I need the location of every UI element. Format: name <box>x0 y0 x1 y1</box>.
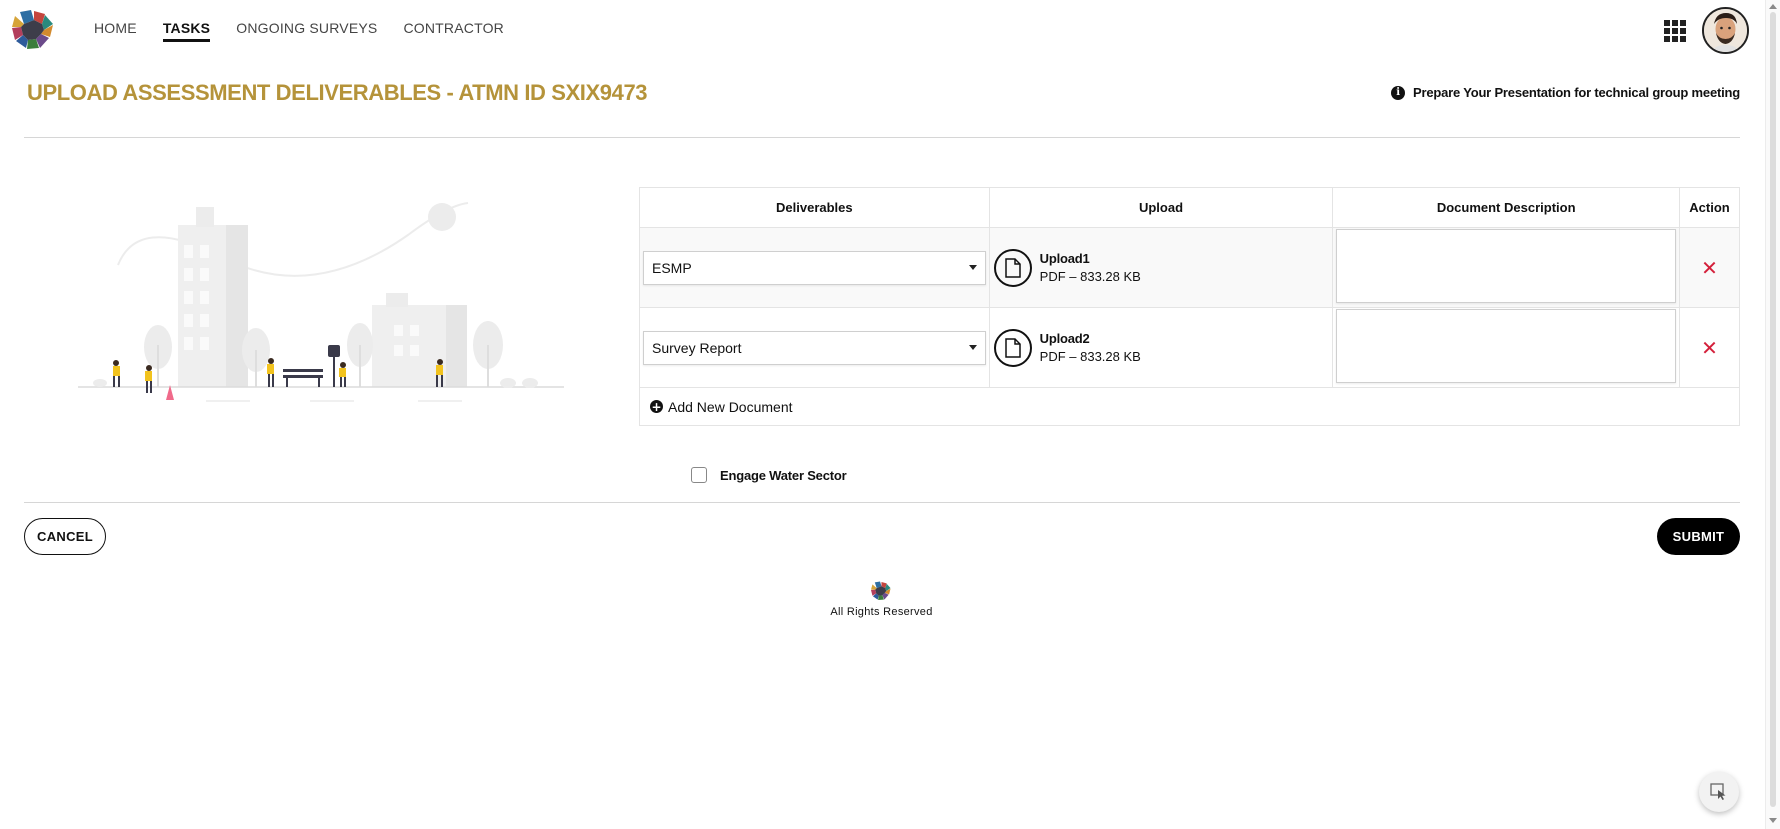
page-scrollbar[interactable] <box>1765 0 1780 829</box>
deliverable-select[interactable]: Survey Report <box>643 330 986 365</box>
deliverable-select-value: ESMP <box>652 259 692 276</box>
engage-water-sector-label[interactable]: Engage Water Sector <box>720 468 847 483</box>
header-description: Document Description <box>1332 187 1680 228</box>
deliverable-cell: ESMP <box>639 227 990 308</box>
document-icon <box>993 328 1032 367</box>
deliverable-select[interactable]: ESMP <box>643 250 986 285</box>
page-title: UPLOAD ASSESSMENT DELIVERABLES - ATMN ID… <box>27 80 648 105</box>
document-icon <box>993 248 1032 287</box>
floating-assist-button[interactable] <box>1699 772 1739 812</box>
apps-grid-icon[interactable] <box>1664 20 1686 42</box>
chevron-down-icon <box>968 345 977 350</box>
uploaded-file[interactable]: Upload2 PDF – 833.28 KB <box>990 328 1333 367</box>
header-divider <box>24 137 1740 138</box>
city-workers-illustration <box>78 202 564 402</box>
nav-tasks[interactable]: TASKS <box>162 20 211 42</box>
description-cell <box>1332 227 1680 308</box>
remove-row-icon[interactable]: ✕ <box>1701 258 1718 278</box>
table-row: ESMP Upload1 PDF – 833.28 KB ✕ <box>639 227 1740 308</box>
file-meta: PDF – 833.28 KB <box>1039 269 1141 284</box>
upload-cell: Upload2 PDF – 833.28 KB <box>988 307 1334 388</box>
top-navigation: HOME TASKS ONGOING SURVEYS CONTRACTOR <box>0 0 1765 62</box>
submit-button[interactable]: SUBMIT <box>1657 518 1740 555</box>
uploaded-file[interactable]: Upload1 PDF – 833.28 KB <box>990 248 1333 287</box>
nav-home[interactable]: HOME <box>94 20 137 42</box>
scroll-thumb[interactable] <box>1770 12 1776 807</box>
logo-icon[interactable] <box>12 10 54 50</box>
cursor-select-icon <box>1710 783 1726 800</box>
document-description-input[interactable] <box>1336 309 1676 383</box>
description-cell <box>1332 307 1680 388</box>
deliverable-cell: Survey Report <box>639 307 990 388</box>
cancel-button[interactable]: CANCEL <box>24 518 106 555</box>
info-icon: i <box>1391 85 1405 100</box>
hint-message: i Prepare Your Presentation for technica… <box>1391 85 1740 100</box>
header-deliverables: Deliverables <box>639 187 990 228</box>
main-nav: HOME TASKS ONGOING SURVEYS CONTRACTOR <box>94 20 504 42</box>
action-cell: ✕ <box>1679 227 1740 308</box>
document-description-input[interactable] <box>1336 229 1676 303</box>
header-action: Action <box>1679 187 1740 228</box>
add-new-document-label: Add New Document <box>668 398 793 415</box>
scroll-up-arrow-icon[interactable] <box>1769 4 1777 9</box>
action-cell: ✕ <box>1679 307 1740 388</box>
footer-divider <box>24 502 1740 503</box>
nav-contractor[interactable]: CONTRACTOR <box>403 20 504 42</box>
add-document-cell: + Add New Document <box>639 387 1740 426</box>
plus-circle-icon: + <box>650 399 663 414</box>
engage-water-sector-checkbox[interactable] <box>691 467 707 483</box>
deliverable-select-value: Survey Report <box>652 339 742 356</box>
chevron-down-icon <box>968 265 977 270</box>
table-header-row: Deliverables Upload Document Description… <box>639 187 1740 228</box>
file-name: Upload2 <box>1039 331 1090 346</box>
table-row: Survey Report Upload2 PDF – 833.28 KB ✕ <box>639 307 1740 388</box>
remove-row-icon[interactable]: ✕ <box>1701 338 1718 358</box>
file-name: Upload1 <box>1039 251 1090 266</box>
deliverables-table: Deliverables Upload Document Description… <box>639 187 1740 426</box>
footer-logo-icon <box>871 581 891 601</box>
add-document-row: + Add New Document <box>639 387 1740 426</box>
engage-water-sector: Engage Water Sector <box>691 467 847 483</box>
footer-copyright: All Rights Reserved <box>830 606 933 618</box>
nav-ongoing-surveys[interactable]: ONGOING SURVEYS <box>236 20 377 42</box>
add-new-document-button[interactable]: + Add New Document <box>640 399 1739 415</box>
header-upload: Upload <box>988 187 1334 228</box>
scroll-down-arrow-icon[interactable] <box>1769 818 1777 823</box>
hint-text: Prepare Your Presentation for technical … <box>1413 85 1740 100</box>
upload-cell: Upload1 PDF – 833.28 KB <box>988 227 1334 308</box>
file-meta: PDF – 833.28 KB <box>1039 349 1141 364</box>
user-avatar[interactable] <box>1702 7 1749 54</box>
avatar-portrait-icon <box>1704 9 1747 52</box>
